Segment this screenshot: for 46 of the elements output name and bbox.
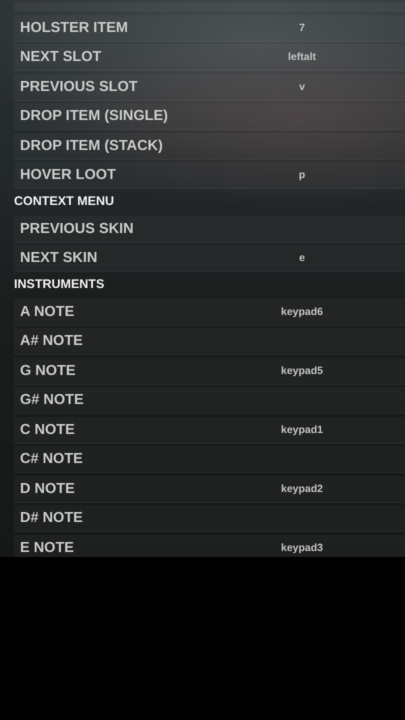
action-label: PREVIOUS SKIN (19, 220, 135, 236)
key-binding[interactable]: 7 (260, 22, 344, 34)
keybind-row[interactable]: D NOTE keypad2 (14, 476, 405, 502)
keybind-row[interactable]: A# NOTE (14, 328, 405, 355)
keybind-row[interactable]: G NOTE keypad5 (14, 358, 405, 384)
keybind-row[interactable]: C NOTE keypad1 (14, 416, 405, 444)
section-header: CONTEXT MENU (13, 193, 114, 210)
section-header: INSTRUMENTS (13, 276, 104, 293)
action-label: D NOTE (19, 480, 76, 496)
action-label: DROP ITEM (SINGLE) (19, 108, 169, 124)
key-binding[interactable]: keypad1 (260, 424, 344, 436)
key-binding[interactable]: v (260, 80, 344, 92)
action-label: DROP ITEM (STACK) (19, 138, 164, 154)
action-label: A NOTE (19, 304, 76, 320)
key-binding[interactable]: e (260, 252, 344, 264)
action-label: G# NOTE (19, 392, 85, 408)
keybind-row[interactable]: C# NOTE (14, 446, 405, 473)
keybind-row[interactable]: PREVIOUS SLOT v (14, 74, 405, 100)
action-label: C NOTE (19, 422, 76, 438)
action-label: A# NOTE (19, 333, 84, 349)
action-label: G NOTE (19, 362, 77, 378)
keybind-row[interactable]: PREVIOUS SKIN (14, 216, 405, 242)
keybind-row[interactable]: A NOTE keypad6 (14, 298, 405, 326)
keybind-row[interactable]: NEXT SLOT leftalt (14, 44, 405, 71)
key-binding[interactable]: keypad3 (260, 542, 344, 554)
action-label: PREVIOUS SLOT (19, 78, 139, 94)
action-label: NEXT SKIN (19, 250, 98, 266)
keybind-row[interactable]: DROP ITEM (STACK) (14, 132, 405, 160)
keybind-row[interactable]: HOLSTER ITEM 7 (14, 14, 405, 42)
keybind-row[interactable]: NEXT SKIN e (14, 245, 405, 272)
action-label: D# NOTE (19, 510, 84, 526)
keybind-row[interactable]: E NOTE keypad3 (14, 534, 405, 557)
keybind-row[interactable]: D# NOTE (14, 505, 405, 532)
action-label: HOVER LOOT (19, 167, 117, 183)
key-binding[interactable]: keypad2 (260, 482, 344, 494)
key-binding[interactable]: keypad6 (260, 306, 344, 318)
action-label: E NOTE (19, 540, 75, 556)
keybind-row[interactable]: G# NOTE (14, 387, 405, 414)
keybind-row[interactable]: HOVER LOOT p (14, 162, 405, 189)
action-label: NEXT SLOT (19, 49, 102, 65)
action-label: C# NOTE (19, 451, 84, 467)
key-binding[interactable]: p (260, 169, 344, 181)
key-binding[interactable]: leftalt (260, 51, 344, 63)
key-binding[interactable]: keypad5 (260, 364, 344, 376)
action-label: HOLSTER ITEM (19, 20, 129, 36)
keybind-row[interactable]: DROP ITEM (SINGLE) (14, 103, 405, 130)
